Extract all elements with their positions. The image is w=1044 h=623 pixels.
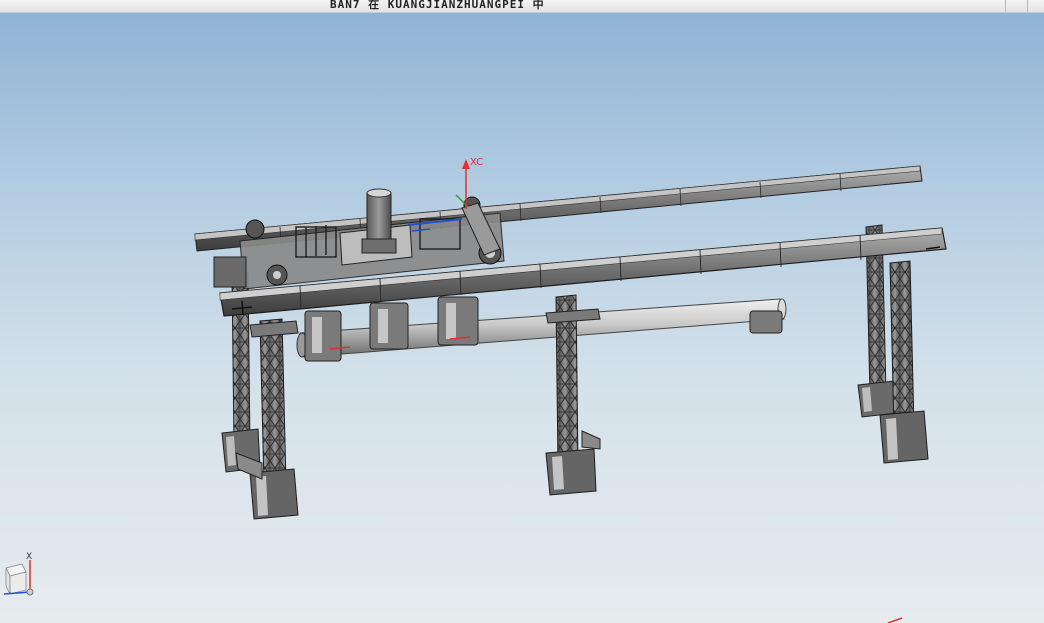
window-title: BAN7 在 KUANGJIANZHUANGPEI 中 xyxy=(330,0,545,11)
column-front-right[interactable] xyxy=(879,260,929,464)
triad-label: X xyxy=(26,552,32,562)
pipe-assembly[interactable] xyxy=(296,296,787,362)
view-triad-icon[interactable]: X xyxy=(0,548,44,608)
graphics-viewport[interactable]: XC X xyxy=(0,13,1044,623)
partial-axis-marker xyxy=(887,617,903,623)
title-bar-separator xyxy=(1027,0,1028,12)
title-bar: BAN7 在 KUANGJIANZHUANGPEI 中 xyxy=(0,0,1044,13)
title-bar-separator xyxy=(1005,0,1006,12)
wcs-label: XC xyxy=(470,157,483,168)
gantry-model[interactable]: XC xyxy=(0,13,1044,623)
